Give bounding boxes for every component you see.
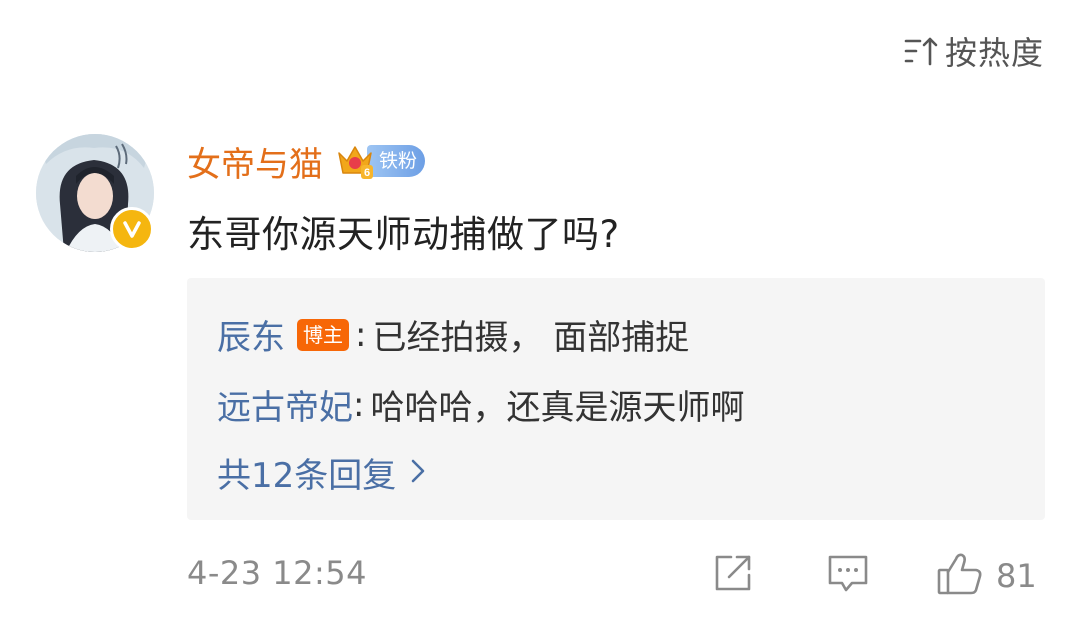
reply-username[interactable]: 辰东 <box>217 310 285 359</box>
reply-item[interactable]: 远古帝妃 : 哈哈哈，还真是源天师啊 <box>217 380 744 429</box>
reply-colon: : <box>353 384 365 425</box>
comment-text: 东哥你源天师动捕做了吗? <box>187 213 620 256</box>
svg-text:6: 6 <box>364 167 370 179</box>
comment-icon <box>826 551 870 599</box>
comment-button[interactable] <box>826 551 870 599</box>
fan-badge-label: 铁粉 <box>367 145 426 177</box>
fan-badge[interactable]: 6 铁粉 <box>335 141 426 181</box>
share-button[interactable] <box>711 551 755 599</box>
blogger-badge: 博主 <box>297 318 349 351</box>
like-count: 81 <box>996 557 1037 595</box>
sort-label: 按热度 <box>944 34 1044 72</box>
reply-text: 已经拍摄， 面部捕捉 <box>372 318 690 358</box>
author-row: 女帝与猫 6 铁粉 <box>187 137 426 186</box>
like-button[interactable]: 81 <box>936 551 1037 601</box>
reply-username[interactable]: 远古帝妃 <box>217 380 353 429</box>
timestamp: 4-23 12:54 <box>187 554 368 592</box>
verified-icon <box>110 207 154 251</box>
crown-icon: 6 <box>335 141 375 181</box>
reply-colon: : <box>355 314 367 355</box>
more-replies-link[interactable]: 共12条回复 <box>217 448 426 497</box>
sort-by-hot-button[interactable]: 按热度 <box>903 28 1044 74</box>
reply-item[interactable]: 辰东 博主 : 已经拍摄， 面部捕捉 <box>217 310 689 359</box>
reply-text: 哈哈哈，还真是源天师啊 <box>370 388 745 428</box>
replies-box[interactable]: 辰东 博主 : 已经拍摄， 面部捕捉 远古帝妃 : 哈哈哈，还真是源天师啊 共1… <box>187 278 1045 520</box>
sort-icon <box>903 34 939 68</box>
share-icon <box>711 551 755 599</box>
author-name[interactable]: 女帝与猫 <box>187 137 323 186</box>
thumbs-up-icon <box>936 551 984 601</box>
chevron-right-icon <box>410 453 426 493</box>
more-replies-label: 共12条回复 <box>217 456 397 496</box>
